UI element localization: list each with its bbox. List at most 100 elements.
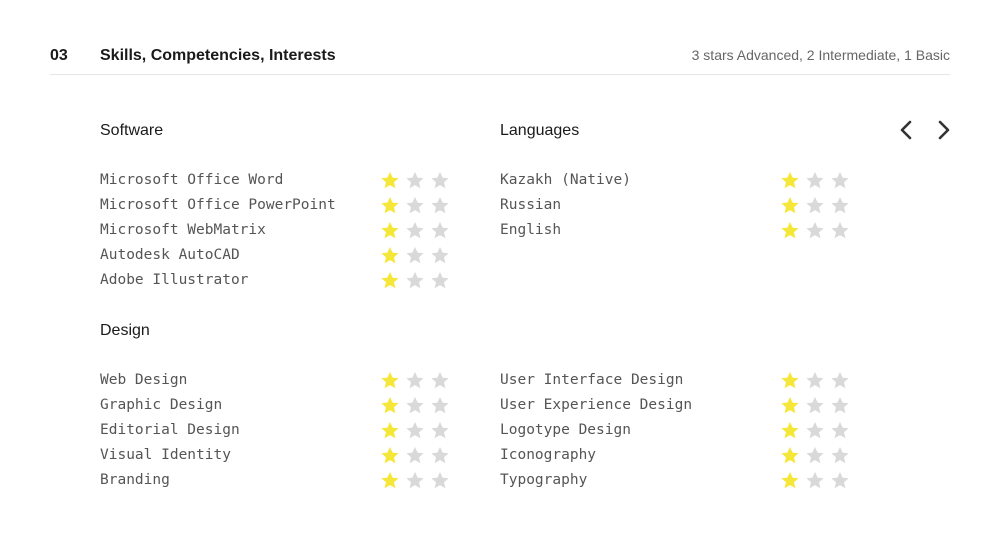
skill-name: Iconography (500, 447, 597, 463)
skill-name: User Interface Design (500, 372, 684, 388)
star-filled-icon (780, 171, 800, 189)
group-title: Design (100, 322, 150, 339)
star-rating (380, 196, 452, 214)
star-empty-icon (405, 371, 425, 389)
skill-name: Editorial Design (100, 422, 240, 438)
star-rating (780, 396, 852, 414)
star-filled-icon (380, 171, 400, 189)
skill-row: Microsoft Office PowerPoint (100, 193, 452, 218)
star-filled-icon (380, 396, 400, 414)
star-empty-icon (405, 396, 425, 414)
star-rating (380, 271, 452, 289)
star-filled-icon (380, 421, 400, 439)
star-empty-icon (430, 446, 450, 464)
star-empty-icon (430, 396, 450, 414)
star-rating (780, 221, 852, 239)
skill-row: Visual Identity (100, 443, 452, 468)
skill-row: English (500, 218, 852, 243)
skill-name: Adobe Illustrator (100, 272, 249, 288)
star-filled-icon (380, 471, 400, 489)
star-rating (380, 446, 452, 464)
star-filled-icon (780, 446, 800, 464)
star-rating (780, 171, 852, 189)
skill-name: Kazakh (Native) (500, 172, 631, 188)
star-rating (380, 246, 452, 264)
star-empty-icon (830, 471, 850, 489)
skill-row: Typography (500, 468, 852, 493)
skill-row: Autodesk AutoCAD (100, 243, 452, 268)
star-rating (780, 471, 852, 489)
star-empty-icon (830, 371, 850, 389)
star-empty-icon (805, 446, 825, 464)
star-filled-icon (380, 271, 400, 289)
skill-row: Branding (100, 468, 452, 493)
star-rating (780, 371, 852, 389)
section-title: Skills, Competencies, Interests (100, 47, 336, 64)
star-empty-icon (805, 371, 825, 389)
star-empty-icon (405, 471, 425, 489)
star-empty-icon (805, 196, 825, 214)
star-rating (380, 171, 452, 189)
skill-group-design-more: User Interface Design User Experience Des… (500, 320, 852, 493)
skill-name: Visual Identity (100, 447, 231, 463)
skill-name: Logotype Design (500, 422, 631, 438)
next-button[interactable] (932, 117, 956, 143)
star-empty-icon (805, 471, 825, 489)
star-empty-icon (430, 196, 450, 214)
skill-row: Web Design (100, 368, 452, 393)
skill-row: Editorial Design (100, 418, 452, 443)
star-filled-icon (780, 221, 800, 239)
star-empty-icon (430, 421, 450, 439)
star-rating (380, 471, 452, 489)
star-empty-icon (405, 271, 425, 289)
star-empty-icon (430, 221, 450, 239)
star-empty-icon (405, 196, 425, 214)
star-filled-icon (380, 196, 400, 214)
star-empty-icon (405, 446, 425, 464)
star-rating (780, 446, 852, 464)
skill-name: Microsoft Office Word (100, 172, 284, 188)
chevron-left-icon (900, 120, 912, 140)
skill-name: Autodesk AutoCAD (100, 247, 240, 263)
skill-name: Microsoft WebMatrix (100, 222, 266, 238)
skill-row: User Interface Design (500, 368, 852, 393)
star-filled-icon (380, 446, 400, 464)
star-empty-icon (830, 396, 850, 414)
skill-row: Microsoft WebMatrix (100, 218, 452, 243)
star-filled-icon (780, 196, 800, 214)
star-empty-icon (830, 421, 850, 439)
skill-name: Graphic Design (100, 397, 223, 413)
star-rating (380, 421, 452, 439)
skill-row: Iconography (500, 443, 852, 468)
prev-button[interactable] (894, 117, 918, 143)
skill-name: English (500, 222, 562, 238)
skill-row: Microsoft Office Word (100, 168, 452, 193)
star-filled-icon (380, 371, 400, 389)
star-filled-icon (380, 221, 400, 239)
rating-legend: 3 stars Advanced, 2 Intermediate, 1 Basi… (691, 47, 950, 63)
star-empty-icon (805, 171, 825, 189)
carousel-nav (894, 117, 956, 143)
skill-row: Kazakh (Native) (500, 168, 852, 193)
skill-row: Logotype Design (500, 418, 852, 443)
star-empty-icon (805, 396, 825, 414)
star-empty-icon (405, 246, 425, 264)
star-empty-icon (430, 246, 450, 264)
star-empty-icon (805, 421, 825, 439)
chevron-right-icon (938, 120, 950, 140)
star-rating (780, 196, 852, 214)
star-empty-icon (405, 171, 425, 189)
star-empty-icon (405, 221, 425, 239)
star-empty-icon (830, 221, 850, 239)
skill-group-software: Software Microsoft Office Word Microsoft … (100, 120, 452, 293)
skill-row: Adobe Illustrator (100, 268, 452, 293)
section-header: 03 Skills, Competencies, Interests 3 sta… (50, 40, 950, 75)
star-empty-icon (430, 271, 450, 289)
star-filled-icon (780, 371, 800, 389)
skill-name: Typography (500, 472, 588, 488)
section-number: 03 (50, 47, 68, 64)
skill-name: Branding (100, 472, 170, 488)
star-empty-icon (830, 446, 850, 464)
star-empty-icon (430, 471, 450, 489)
group-title: Languages (500, 122, 580, 139)
